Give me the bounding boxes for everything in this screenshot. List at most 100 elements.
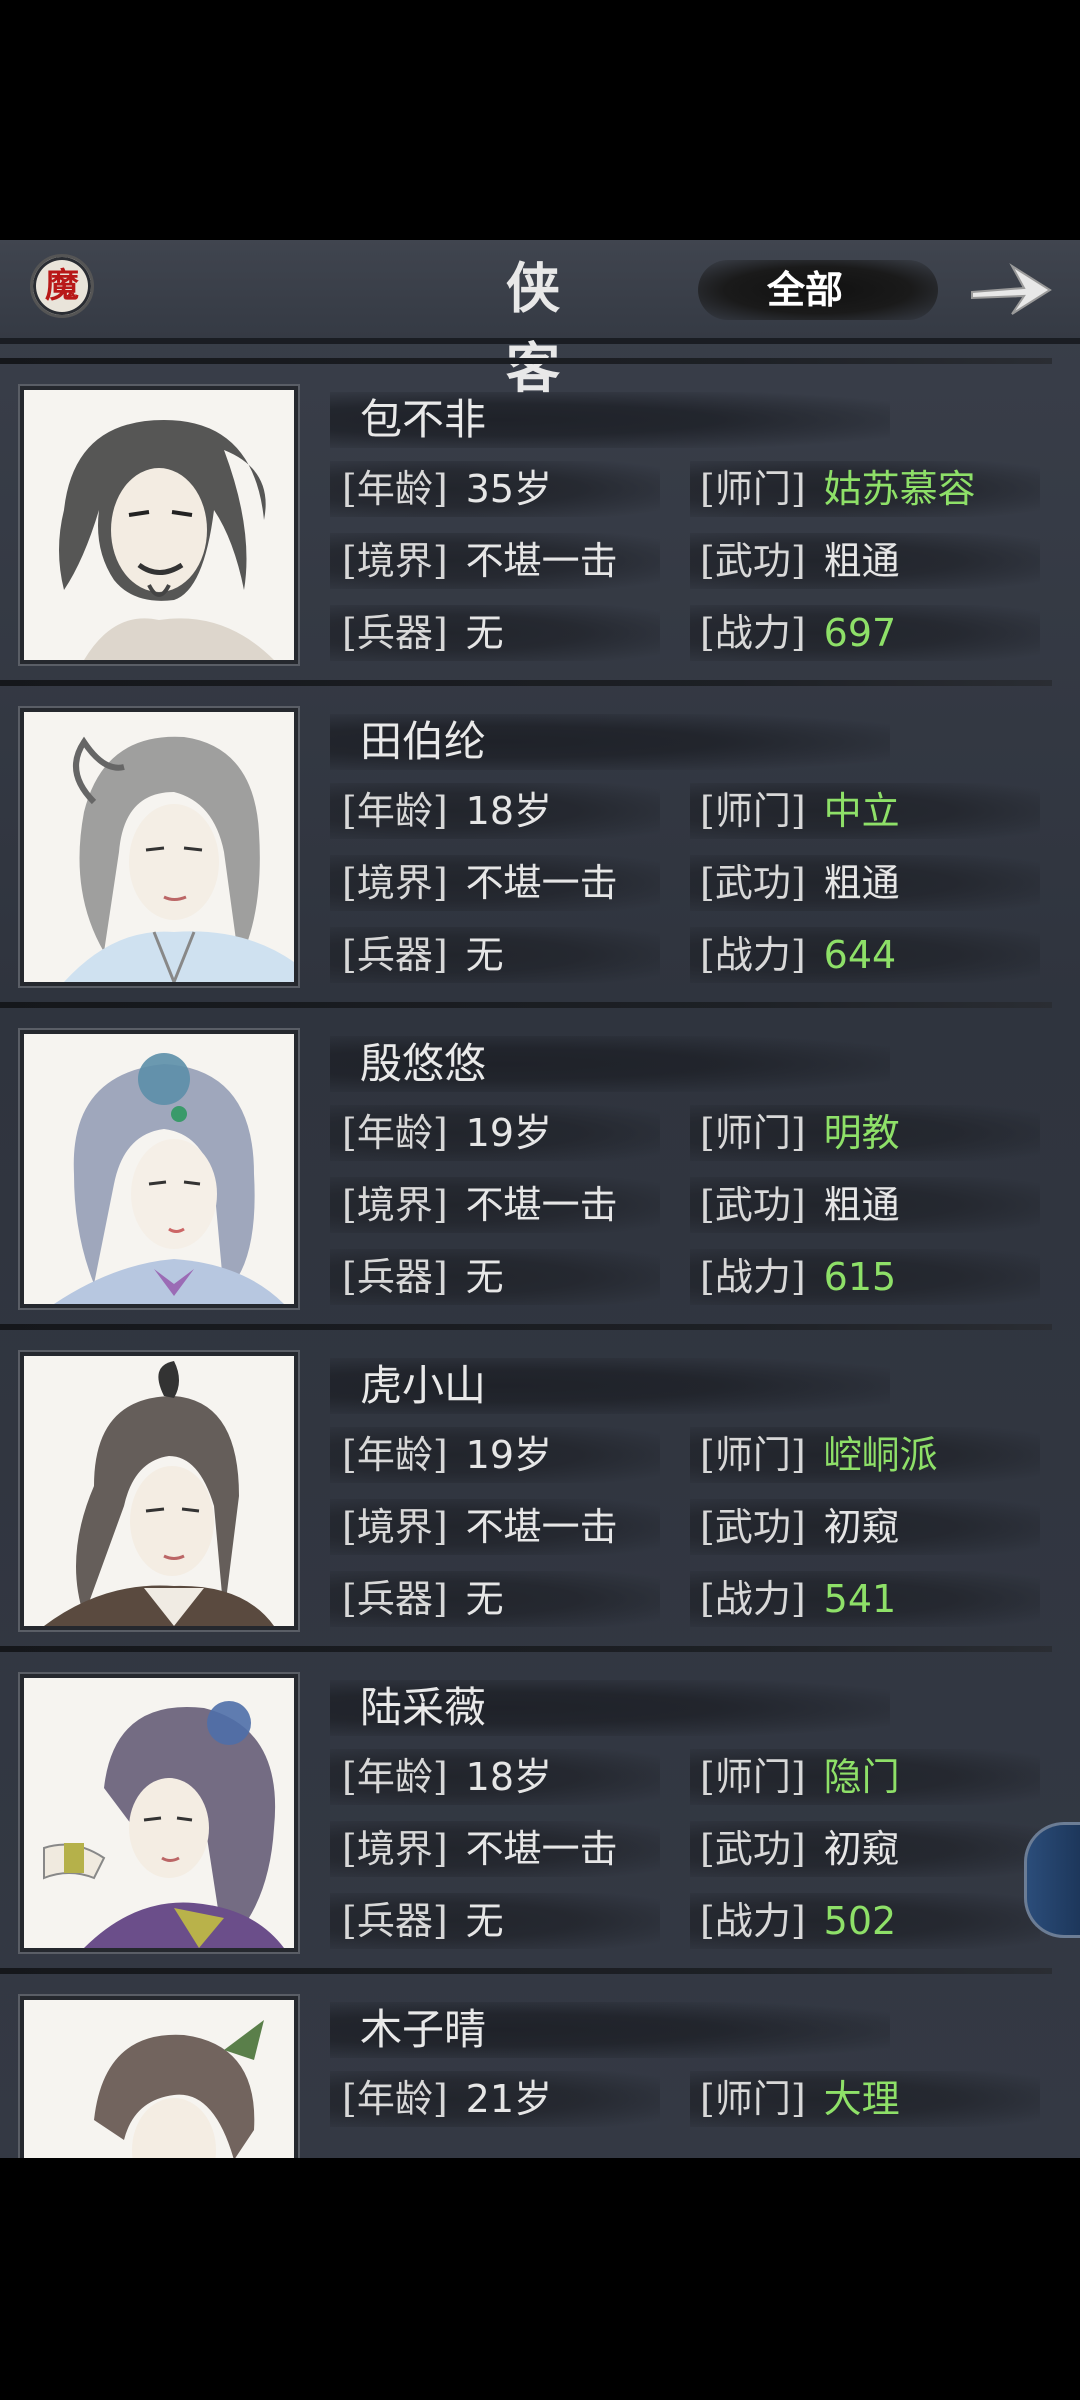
- realm-stat: [境界] 不堪一击: [342, 529, 618, 593]
- hero-row[interactable]: 虎小山 [年龄] 19岁 [师门] 崆峒派 [境界] 不堪一击 [武功] 初窥 [兵器]…: [0, 1324, 1080, 1646]
- weapon-label: [兵器]: [342, 933, 448, 977]
- hero-panel: 魔 侠 客 全部 包不非 [年龄] 35岁 [师门] 姑苏慕容 [境界] 不堪一…: [0, 240, 1080, 2158]
- age-stat: [年龄] 18岁: [342, 779, 552, 843]
- realm-label: [境界]: [342, 1505, 448, 1549]
- martial-value: 初窥: [823, 1827, 900, 1871]
- row-divider: [0, 358, 1052, 364]
- power-value: 615: [823, 1255, 897, 1299]
- martial-value: 粗通: [823, 861, 900, 905]
- filter-dropdown[interactable]: 全部: [740, 262, 870, 318]
- sect-stat: [师门] 明教: [700, 1101, 900, 1165]
- hero-row[interactable]: 木子晴 [年龄] 21岁 [师门] 大理: [0, 1968, 1080, 2158]
- page-title: 侠 客: [506, 256, 574, 400]
- hero-name: 田伯纶: [360, 717, 487, 766]
- realm-label: [境界]: [342, 1183, 448, 1227]
- power-label: [战力]: [700, 1899, 806, 1943]
- hero-name: 包不非: [360, 395, 487, 444]
- martial-label: [武功]: [700, 1827, 806, 1871]
- hero-name: 殷悠悠: [360, 1039, 487, 1088]
- hero-row[interactable]: 殷悠悠 [年龄] 19岁 [师门] 明教 [境界] 不堪一击 [武功] 粗通 [兵器] 无…: [0, 1002, 1080, 1324]
- sect-label: [师门]: [700, 1755, 806, 1799]
- hero-portrait: [20, 1674, 298, 1952]
- age-stat: [年龄] 19岁: [342, 1101, 552, 1165]
- sect-label: [师门]: [700, 1433, 806, 1477]
- sect-value: 崆峒派: [823, 1433, 938, 1477]
- side-drawer-tab[interactable]: [1024, 1822, 1080, 1938]
- realm-value: 不堪一击: [465, 1827, 618, 1871]
- power-label: [战力]: [700, 933, 806, 977]
- martial-value: 粗通: [823, 539, 900, 583]
- age-value: 19岁: [465, 1433, 553, 1477]
- sect-value: 隐门: [823, 1755, 900, 1799]
- power-label: [战力]: [700, 1255, 806, 1299]
- row-divider: [0, 1968, 1052, 1974]
- sect-value: 姑苏慕容: [823, 467, 976, 511]
- age-stat: [年龄] 18岁: [342, 1745, 552, 1809]
- martial-label: [武功]: [700, 1183, 806, 1227]
- realm-value: 不堪一击: [465, 1183, 618, 1227]
- weapon-label: [兵器]: [342, 1577, 448, 1621]
- martial-stat: [武功] 初窥: [700, 1817, 900, 1881]
- sect-label: [师门]: [700, 467, 806, 511]
- power-value: 644: [823, 933, 897, 977]
- weapon-value: 无: [465, 1577, 504, 1621]
- martial-label: [武功]: [700, 539, 806, 583]
- row-divider: [0, 1646, 1052, 1652]
- weapon-value: 无: [465, 933, 504, 977]
- game-screen: 魔 侠 客 全部 包不非 [年龄] 35岁 [师门] 姑苏慕容 [境界] 不堪一…: [0, 0, 1080, 2400]
- power-value: 541: [823, 1577, 897, 1621]
- power-label: [战力]: [700, 611, 806, 655]
- weapon-stat: [兵器] 无: [342, 601, 504, 665]
- age-stat: [年龄] 19岁: [342, 1423, 552, 1487]
- weapon-label: [兵器]: [342, 611, 448, 655]
- age-label: [年龄]: [342, 789, 448, 833]
- power-stat: [战力] 615: [700, 1245, 896, 1309]
- realm-stat: [境界] 不堪一击: [342, 1173, 618, 1237]
- demon-mode-char: 魔: [45, 266, 79, 306]
- hero-portrait: [20, 1030, 298, 1308]
- demon-mode-icon[interactable]: 魔: [30, 254, 94, 318]
- weapon-label: [兵器]: [342, 1255, 448, 1299]
- age-value: 19岁: [465, 1111, 553, 1155]
- age-value: 18岁: [465, 789, 553, 833]
- realm-stat: [境界] 不堪一击: [342, 1817, 618, 1881]
- arrow-right-icon[interactable]: [966, 254, 1056, 324]
- martial-value: 初窥: [823, 1505, 900, 1549]
- sect-label: [师门]: [700, 1111, 806, 1155]
- sect-label: [师门]: [700, 789, 806, 833]
- hero-name: 虎小山: [360, 1361, 487, 1410]
- martial-label: [武功]: [700, 861, 806, 905]
- weapon-stat: [兵器] 无: [342, 923, 504, 987]
- age-label: [年龄]: [342, 1755, 448, 1799]
- weapon-stat: [兵器] 无: [342, 1567, 504, 1631]
- age-stat: [年龄] 35岁: [342, 457, 552, 521]
- martial-stat: [武功] 粗通: [700, 529, 900, 593]
- hero-row[interactable]: 包不非 [年龄] 35岁 [师门] 姑苏慕容 [境界] 不堪一击 [武功] 粗通 [兵器…: [0, 358, 1080, 680]
- hero-row[interactable]: 田伯纶 [年龄] 18岁 [师门] 中立 [境界] 不堪一击 [武功] 粗通 [兵器] 无…: [0, 680, 1080, 1002]
- power-stat: [战力] 541: [700, 1567, 896, 1631]
- hero-portrait: [20, 386, 298, 664]
- age-value: 35岁: [465, 467, 553, 511]
- martial-stat: [武功] 粗通: [700, 1173, 900, 1237]
- realm-value: 不堪一击: [465, 539, 618, 583]
- sect-stat: [师门] 崆峒派: [700, 1423, 938, 1487]
- row-divider: [0, 680, 1052, 686]
- realm-label: [境界]: [342, 1827, 448, 1871]
- sect-stat: [师门] 大理: [700, 2067, 900, 2131]
- martial-stat: [武功] 粗通: [700, 851, 900, 915]
- hero-row[interactable]: 陆采薇 [年龄] 18岁 [师门] 隐门 [境界] 不堪一击 [武功] 初窥 [兵器] 无…: [0, 1646, 1080, 1968]
- weapon-value: 无: [465, 1255, 504, 1299]
- sect-label: [师门]: [700, 2077, 806, 2121]
- martial-value: 粗通: [823, 1183, 900, 1227]
- age-label: [年龄]: [342, 1433, 448, 1477]
- age-value: 21岁: [465, 2077, 553, 2121]
- martial-stat: [武功] 初窥: [700, 1495, 900, 1559]
- age-label: [年龄]: [342, 1111, 448, 1155]
- martial-label: [武功]: [700, 1505, 806, 1549]
- age-label: [年龄]: [342, 467, 448, 511]
- weapon-stat: [兵器] 无: [342, 1245, 504, 1309]
- age-value: 18岁: [465, 1755, 553, 1799]
- header-bar: 魔 侠 客 全部: [0, 240, 1080, 400]
- hero-portrait: [20, 1352, 298, 1630]
- hero-portrait: [20, 1996, 298, 2158]
